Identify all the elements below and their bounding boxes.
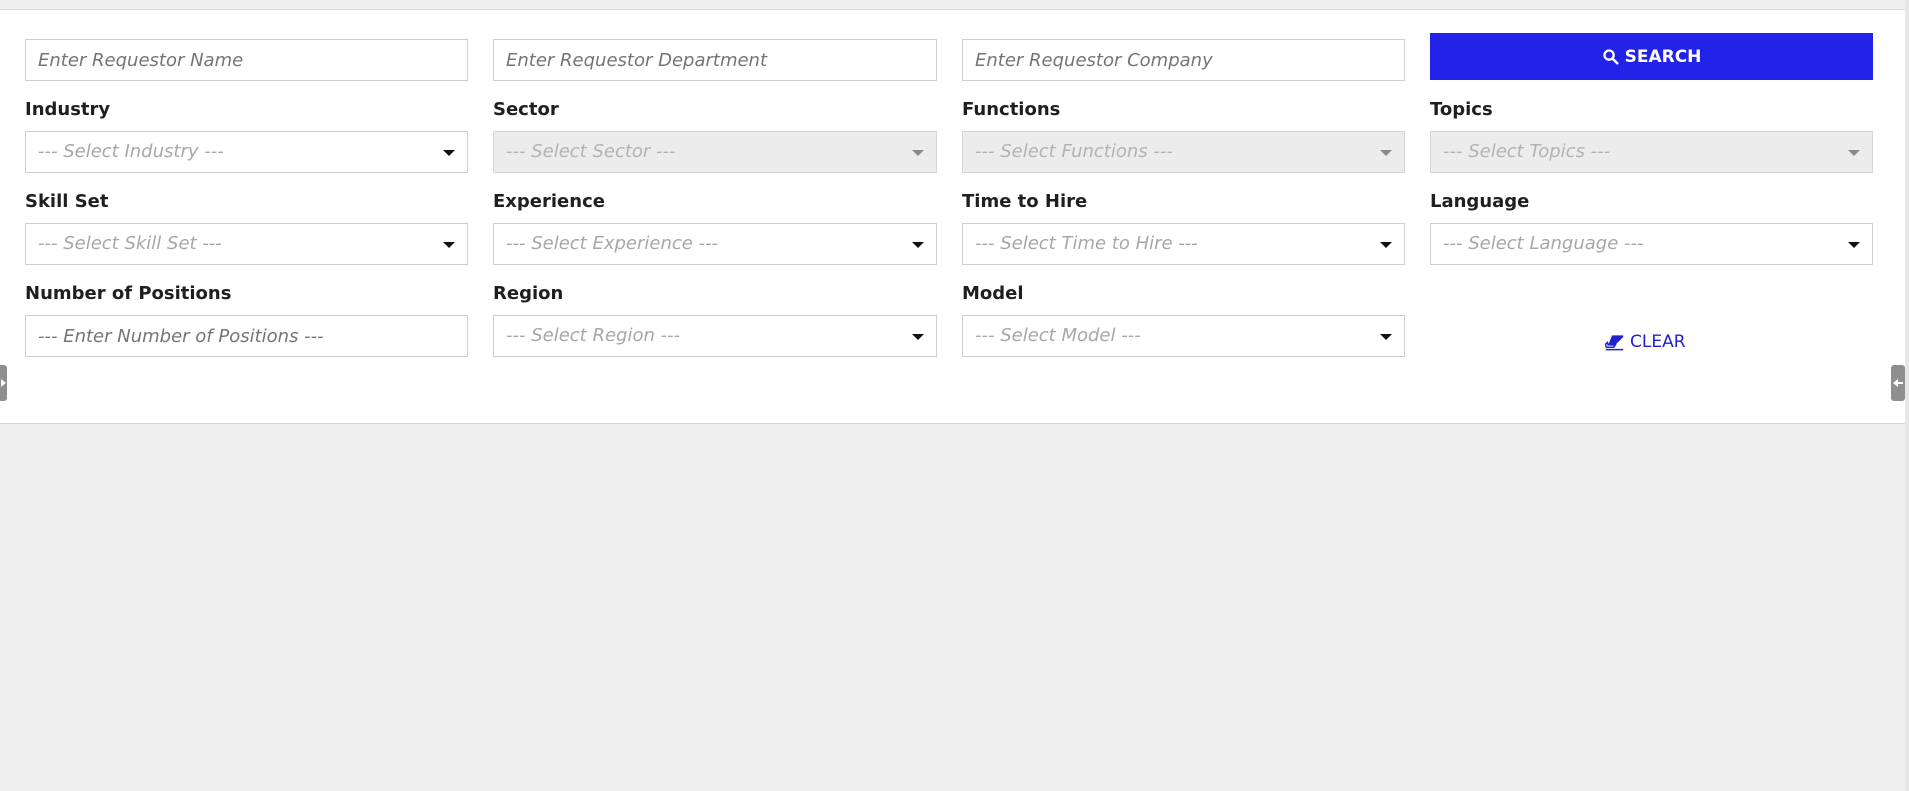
skill-set-select-placeholder: --- Select Skill Set --- <box>38 233 222 254</box>
clear-button[interactable]: CLEAR <box>1605 329 1686 355</box>
experience-select-placeholder: --- Select Experience --- <box>506 233 719 254</box>
time-to-hire-select-placeholder: --- Select Time to Hire --- <box>975 233 1198 254</box>
topics-select: --- Select Topics --- <box>1430 131 1873 173</box>
chevron-down-icon <box>1380 334 1392 340</box>
sector-select: --- Select Sector --- <box>493 131 937 173</box>
eraser-icon <box>1605 334 1624 350</box>
model-label: Model <box>962 283 1024 304</box>
chevron-down-icon <box>912 150 924 156</box>
search-icon <box>1602 49 1619 65</box>
sector-select-placeholder: --- Select Sector --- <box>506 141 676 162</box>
model-select[interactable]: --- Select Model --- <box>962 315 1405 357</box>
experience-select[interactable]: --- Select Experience --- <box>493 223 937 265</box>
right-scroll-edge <box>1905 0 1909 791</box>
topics-label: Topics <box>1430 99 1493 120</box>
number-of-positions-label: Number of Positions <box>25 283 232 304</box>
requestor-company-input[interactable] <box>962 39 1405 81</box>
region-select[interactable]: --- Select Region --- <box>493 315 937 357</box>
topics-select-placeholder: --- Select Topics --- <box>1443 141 1611 162</box>
industry-select[interactable]: --- Select Industry --- <box>25 131 468 173</box>
number-of-positions-input[interactable] <box>25 315 468 357</box>
clear-button-label: CLEAR <box>1630 332 1686 352</box>
industry-label: Industry <box>25 99 111 120</box>
collapse-right-icon <box>1893 379 1903 387</box>
skill-set-label: Skill Set <box>25 191 109 212</box>
chevron-down-icon <box>912 242 924 248</box>
chevron-down-icon <box>1848 150 1860 156</box>
language-select-placeholder: --- Select Language --- <box>1443 233 1644 254</box>
sector-label: Sector <box>493 99 559 120</box>
chevron-down-icon <box>443 150 455 156</box>
skill-set-select[interactable]: --- Select Skill Set --- <box>25 223 468 265</box>
chevron-down-icon <box>443 242 455 248</box>
functions-label: Functions <box>962 99 1061 120</box>
region-label: Region <box>493 283 564 304</box>
chevron-down-icon <box>1380 150 1392 156</box>
left-collapse-handle[interactable] <box>0 365 7 401</box>
region-select-placeholder: --- Select Region --- <box>506 325 681 346</box>
requestor-name-input[interactable] <box>25 39 468 81</box>
top-bar <box>0 0 1905 10</box>
chevron-down-icon <box>912 334 924 340</box>
search-button-label: SEARCH <box>1624 46 1702 67</box>
language-select[interactable]: --- Select Language --- <box>1430 223 1873 265</box>
requestor-department-input[interactable] <box>493 39 937 81</box>
time-to-hire-label: Time to Hire <box>962 191 1088 212</box>
chevron-down-icon <box>1380 242 1392 248</box>
time-to-hire-select[interactable]: --- Select Time to Hire --- <box>962 223 1405 265</box>
functions-select-placeholder: --- Select Functions --- <box>975 141 1173 162</box>
search-button[interactable]: SEARCH <box>1430 33 1873 80</box>
industry-select-placeholder: --- Select Industry --- <box>38 141 224 162</box>
collapse-left-icon <box>1 379 6 387</box>
right-collapse-handle[interactable] <box>1891 365 1905 401</box>
experience-label: Experience <box>493 191 605 212</box>
model-select-placeholder: --- Select Model --- <box>975 325 1141 346</box>
chevron-down-icon <box>1848 242 1860 248</box>
functions-select: --- Select Functions --- <box>962 131 1405 173</box>
language-label: Language <box>1430 191 1530 212</box>
